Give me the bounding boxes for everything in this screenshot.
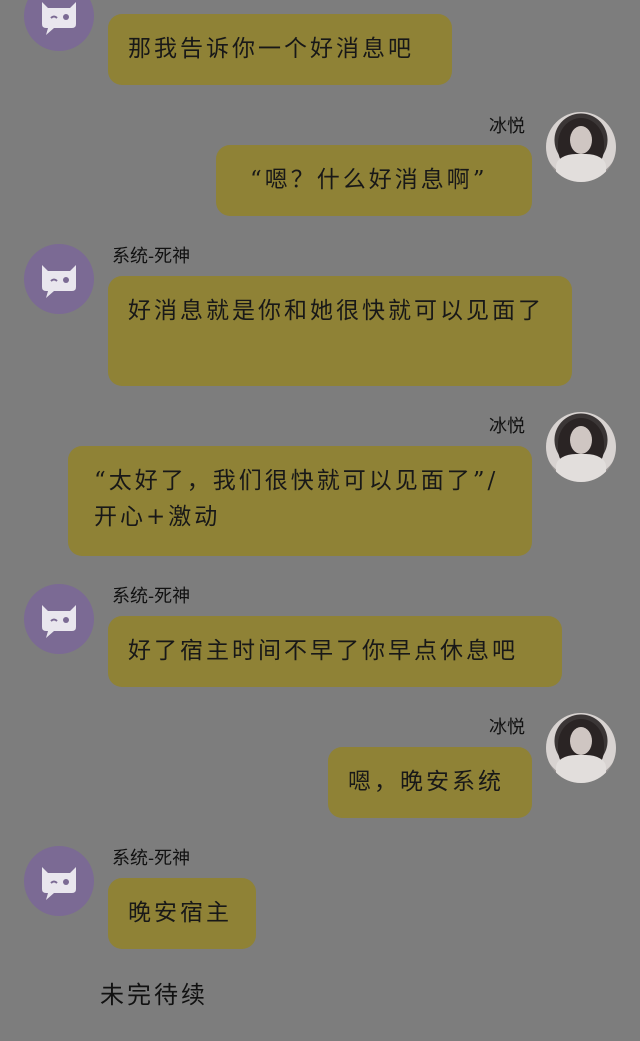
message-bubble-bot: 好了宿主时间不早了你早点休息吧 (108, 616, 562, 687)
user-avatar[interactable] (546, 112, 616, 182)
message-text: 晚安宿主 (128, 900, 232, 926)
user-name-label: 冰悦 (489, 416, 525, 437)
cat-face-chat-bubble-icon (42, 2, 76, 35)
message-text: “嗯？什么好消息啊” (250, 167, 488, 193)
message-text: 那我告诉你一个好消息吧 (128, 36, 414, 62)
bot-avatar[interactable] (24, 584, 94, 654)
user-name-label: 冰悦 (489, 116, 525, 137)
bot-name-label: 系统-死神 (112, 586, 191, 607)
user-avatar[interactable] (546, 412, 616, 482)
user-name-label: 冰悦 (489, 717, 525, 738)
message-bubble-bot: 那我告诉你一个好消息吧 (108, 14, 452, 85)
to-be-continued-text: 未完待续 (100, 981, 208, 1009)
bot-name-label: 系统-死神 (112, 246, 191, 267)
user-avatar[interactable] (546, 713, 616, 783)
bot-name-label: 系统-死神 (112, 848, 191, 869)
message-bubble-bot: 晚安宿主 (108, 878, 256, 949)
cat-face-chat-bubble-icon (42, 867, 76, 900)
message-text: “太好了，我们很快就可以见面了”/开心+激动 (94, 468, 499, 530)
message-text: 好了宿主时间不早了你早点休息吧 (128, 638, 518, 664)
bot-avatar[interactable] (24, 846, 94, 916)
cat-face-chat-bubble-icon (42, 265, 76, 298)
message-text: 好消息就是你和她很快就可以见面了 (128, 298, 544, 324)
bot-avatar[interactable] (24, 244, 94, 314)
message-bubble-bot: 好消息就是你和她很快就可以见面了 (108, 276, 572, 386)
message-bubble-user: 嗯，晚安系统 (328, 747, 532, 818)
cat-face-chat-bubble-icon (42, 605, 76, 638)
bot-avatar[interactable] (24, 0, 94, 51)
message-bubble-user: “太好了，我们很快就可以见面了”/开心+激动 (68, 446, 532, 556)
message-bubble-user: “嗯？什么好消息啊” (216, 145, 532, 216)
message-text: 嗯，晚安系统 (348, 769, 504, 795)
